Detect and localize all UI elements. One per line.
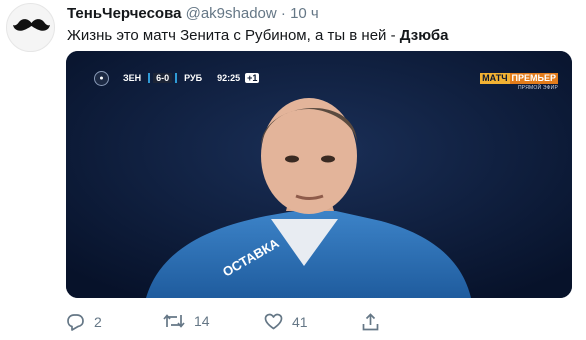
tweet-text-bold: Дзюба [399,27,449,44]
tweet-header: ТеньЧерчесова @ak9shadow · 10 ч [67,5,319,22]
like-count: 41 [292,313,308,330]
tweet-timestamp[interactable]: 10 ч [290,5,319,22]
match-clock: 92:25 [217,73,241,83]
reply-count: 2 [94,314,102,330]
reply-icon [67,314,84,331]
tweet-text: Жизнь это матч Зенита с Рубином, а ты в … [67,27,449,44]
broadcaster-subtitle: ПРЯМОЙ ЭФИР [518,85,558,91]
away-team: РУБ [184,73,203,83]
heart-icon [264,313,283,330]
retweet-button[interactable]: 14 [163,313,210,329]
separator-dot: · [280,5,286,22]
reply-button[interactable]: 2 [66,313,102,331]
share-icon [362,313,379,331]
retweet-count: 14 [194,313,210,329]
share-button[interactable] [362,313,379,331]
added-time: +1 [245,73,260,83]
tweet-media-image[interactable]: ОСТАВКА ● ЗЕН 6-0 РУБ 92:25 +1 МАТЧ ПРЕМ… [66,51,572,298]
tweet-text-main: Жизнь это матч Зенита с Рубином, а ты в … [67,27,400,44]
mustache-icon [13,19,50,31]
score-separator [148,73,151,83]
broadcaster-logo-left: МАТЧ [480,73,510,84]
author-name[interactable]: ТеньЧерчесова [67,5,181,22]
like-button[interactable]: 41 [264,313,308,330]
match-scoreboard: ● ЗЕН 6-0 РУБ 92:25 +1 [94,70,260,86]
score-separator [175,73,178,83]
league-logo-icon: ● [94,70,109,86]
author-handle[interactable]: @ak9shadow [186,5,277,22]
retweet-icon [163,314,185,328]
home-team: ЗЕН [123,73,142,83]
tweet-actions: 2 14 41 [66,313,386,333]
avatar[interactable] [6,3,55,52]
match-score: 6-0 [153,73,173,83]
broadcaster-logo-right: ПРЕМЬЕР [509,73,558,84]
broadcaster-logo: МАТЧ ПРЕМЬЕР ПРЯМОЙ ЭФИР [480,73,558,91]
